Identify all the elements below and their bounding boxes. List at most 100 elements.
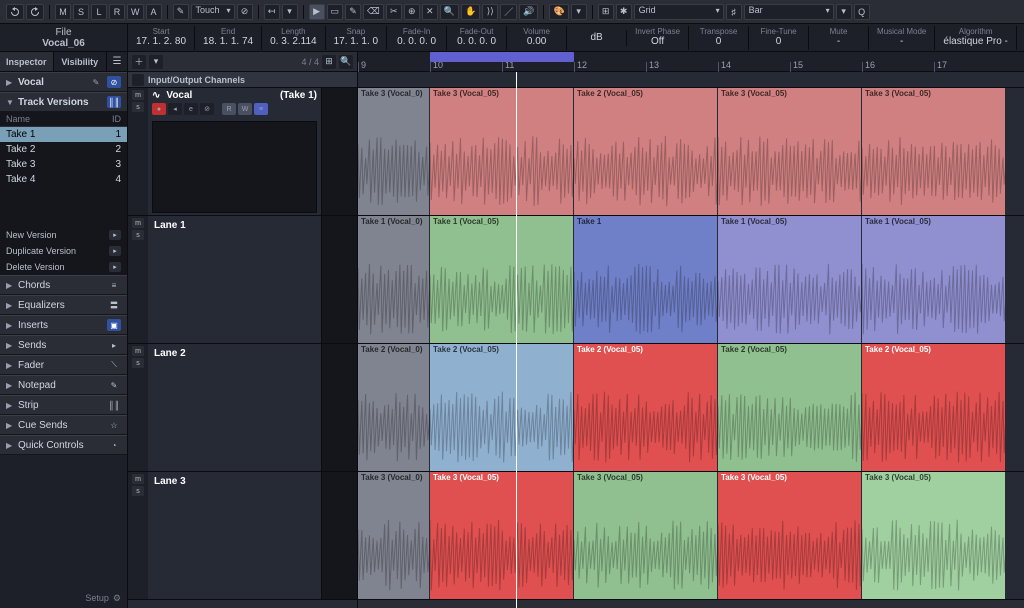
io-channels-row[interactable]: Input/Output Channels [128, 72, 357, 88]
audio-clip[interactable]: Take 1 (Vocal_0) [358, 216, 429, 343]
color-tool[interactable]: 🎨 [549, 4, 568, 20]
delete-version-button[interactable]: Delete Version▸ [0, 259, 127, 275]
tool-range[interactable]: ▭ [327, 4, 344, 20]
section-equalizers[interactable]: ▶Equalizers〓 [0, 295, 127, 315]
info-musical-mode[interactable]: Musical Mode- [869, 26, 935, 50]
audio-clip[interactable]: Take 3 (Vocal_0) [358, 88, 429, 215]
monitor-button[interactable]: ◂ [168, 103, 182, 115]
autoscroll-button[interactable]: ↤ [264, 4, 280, 20]
duplicate-version-button[interactable]: Duplicate Version▸ [0, 243, 127, 259]
show-lanes[interactable]: ≡ [254, 103, 268, 115]
automation-mode-select[interactable]: Touch [191, 4, 235, 20]
track-row-lane-2[interactable]: Take 2 (Vocal_0) Take 2 (Vocal_05)Take 2 … [358, 344, 1024, 472]
info-invert-phase[interactable]: Invert PhaseOff [627, 26, 689, 50]
section-fader[interactable]: ▶Fader⟍ [0, 355, 127, 375]
solo-small[interactable]: s [132, 102, 144, 112]
quantize-select[interactable]: Bar [744, 4, 834, 20]
automation-edit-icon[interactable]: ✎ [173, 4, 189, 20]
lanes-button[interactable]: ⊘ [200, 103, 214, 115]
section-chords[interactable]: ▶Chords≡ [0, 275, 127, 295]
quantize-apply[interactable]: Q [854, 4, 870, 20]
audio-clip[interactable]: Take 2 (Vocal_0) [358, 344, 429, 471]
info-[interactable]: dB [567, 30, 627, 46]
versions-icon[interactable]: ║║ [107, 96, 121, 108]
info-algorithm[interactable]: Algorithmélastique Pro - [935, 26, 1016, 50]
track-header-vocal[interactable]: ms ∿Vocal(Take 1) ● ◂ e ⊘ R W ≡ [128, 88, 357, 216]
tool-draw[interactable]: ✎ [345, 4, 361, 20]
audio-clip[interactable]: Take 3 (Vocal_0) [358, 472, 429, 599]
l-button[interactable]: L [91, 4, 107, 20]
edit-ch-button[interactable]: e [184, 103, 198, 115]
track-row-lane-1[interactable]: Take 1 (Vocal_0)Take 1 (Vocal_05)Take 1T… [358, 216, 1024, 344]
lane-solo[interactable]: s [132, 358, 144, 368]
add-track-button[interactable]: ＋ [132, 55, 146, 69]
info-fade-out[interactable]: Fade-Out0. 0. 0. 0 [447, 26, 507, 50]
write-auto[interactable]: W [238, 103, 252, 115]
snap-type-icon[interactable]: ✱ [616, 4, 632, 20]
version-take-3[interactable]: Take 33 [0, 157, 127, 172]
add-track-menu[interactable]: ▾ [149, 55, 163, 69]
version-take-1[interactable]: Take 11 [0, 127, 127, 142]
ruler[interactable]: 91011121314151617 [358, 52, 1024, 72]
tool-mute[interactable]: ✕ [422, 4, 438, 20]
s-button[interactable]: S [73, 4, 89, 20]
tab-visibility[interactable]: Visibility [54, 52, 108, 71]
audio-clip[interactable]: Take 3 (Vocal_05) [862, 88, 1005, 215]
info-mute[interactable]: Mute- [809, 26, 869, 50]
info-volume[interactable]: Volume0.00 [507, 26, 567, 50]
mute-small[interactable]: m [132, 90, 144, 100]
info-transpose[interactable]: Transpose0 [689, 26, 749, 50]
snap-toggle[interactable]: ⊞ [598, 4, 614, 20]
version-take-4[interactable]: Take 44 [0, 172, 127, 187]
track-row-lane-3[interactable]: Take 3 (Vocal_0)Take 3 (Vocal_05)Take 3 … [358, 472, 1024, 600]
audio-clip[interactable]: Take 2 (Vocal_05) [574, 344, 717, 471]
tool-glue[interactable]: ⊕ [404, 4, 420, 20]
panel-menu-icon[interactable]: ☰ [107, 52, 127, 71]
lane-mute[interactable]: m [132, 218, 144, 228]
tool-split[interactable]: ✂ [386, 4, 402, 20]
w-button[interactable]: W [127, 4, 144, 20]
read-auto[interactable]: R [222, 103, 236, 115]
audio-clip[interactable]: Take 2 (Vocal_05) [718, 344, 861, 471]
version-take-2[interactable]: Take 22 [0, 142, 127, 157]
inspector-setup[interactable]: Setup⚙ [0, 588, 127, 608]
section-quick-controls[interactable]: ▶Quick Controls◔ [0, 435, 127, 455]
tool-line[interactable]: ／ [500, 4, 517, 20]
lane-solo[interactable]: s [132, 486, 144, 496]
m-button[interactable]: M [55, 4, 71, 20]
tool-play[interactable]: 🔊 [519, 4, 538, 20]
edit-icon[interactable]: ✎ [89, 76, 103, 88]
section-track-versions[interactable]: ▼ Track Versions ║║ [0, 92, 127, 112]
audio-clip[interactable]: Take 3 (Vocal_05) [718, 88, 861, 215]
info-snap[interactable]: Snap17. 1. 1. 0 [326, 26, 387, 50]
redo-button[interactable] [26, 4, 44, 20]
info-fade-in[interactable]: Fade-In0. 0. 0. 0 [387, 26, 447, 50]
track-row-vocal[interactable]: Take 3 (Vocal_0)Take 3 (Vocal_05)Take 2 … [358, 88, 1024, 216]
autoscroll-menu[interactable]: ▾ [282, 4, 298, 20]
color-menu[interactable]: ▾ [571, 4, 587, 20]
audio-clip[interactable]: Take 1 (Vocal_05) [718, 216, 861, 343]
loop-range[interactable] [430, 52, 574, 62]
search-button[interactable]: 🔍 [339, 55, 353, 69]
lane-header-lane-3[interactable]: msLane 3 [128, 472, 357, 600]
tool-erase[interactable]: ⌫ [363, 4, 384, 20]
audio-clip[interactable]: Take 3 (Vocal_05) [862, 472, 1005, 599]
r-button[interactable]: R [109, 4, 125, 20]
lane-header-lane-2[interactable]: msLane 2 [128, 344, 357, 472]
lane-mute[interactable]: m [132, 346, 144, 356]
audio-clip[interactable]: Take 3 (Vocal_05) [574, 472, 717, 599]
audio-clip[interactable]: Take 3 (Vocal_05) [430, 472, 573, 599]
gear-icon[interactable]: ⚙ [113, 593, 121, 604]
inspector-track-header[interactable]: ▶ Vocal ✎ ⊘ [0, 72, 127, 92]
audio-clip[interactable]: Take 3 (Vocal_05) [718, 472, 861, 599]
tool-select[interactable]: ▶ [309, 4, 325, 20]
info-fine-tune[interactable]: Fine-Tune0 [749, 26, 809, 50]
lane-solo[interactable]: s [132, 230, 144, 240]
audio-clip[interactable]: Take 1 [574, 216, 717, 343]
section-notepad[interactable]: ▶Notepad✎ [0, 375, 127, 395]
lane-header-lane-1[interactable]: msLane 1 [128, 216, 357, 344]
tool-warp[interactable]: ⟩⟩ [482, 4, 498, 20]
audio-clip[interactable]: Take 1 (Vocal_05) [430, 216, 573, 343]
audio-clip[interactable]: Take 3 (Vocal_05) [430, 88, 573, 215]
lane-mute[interactable]: m [132, 474, 144, 484]
